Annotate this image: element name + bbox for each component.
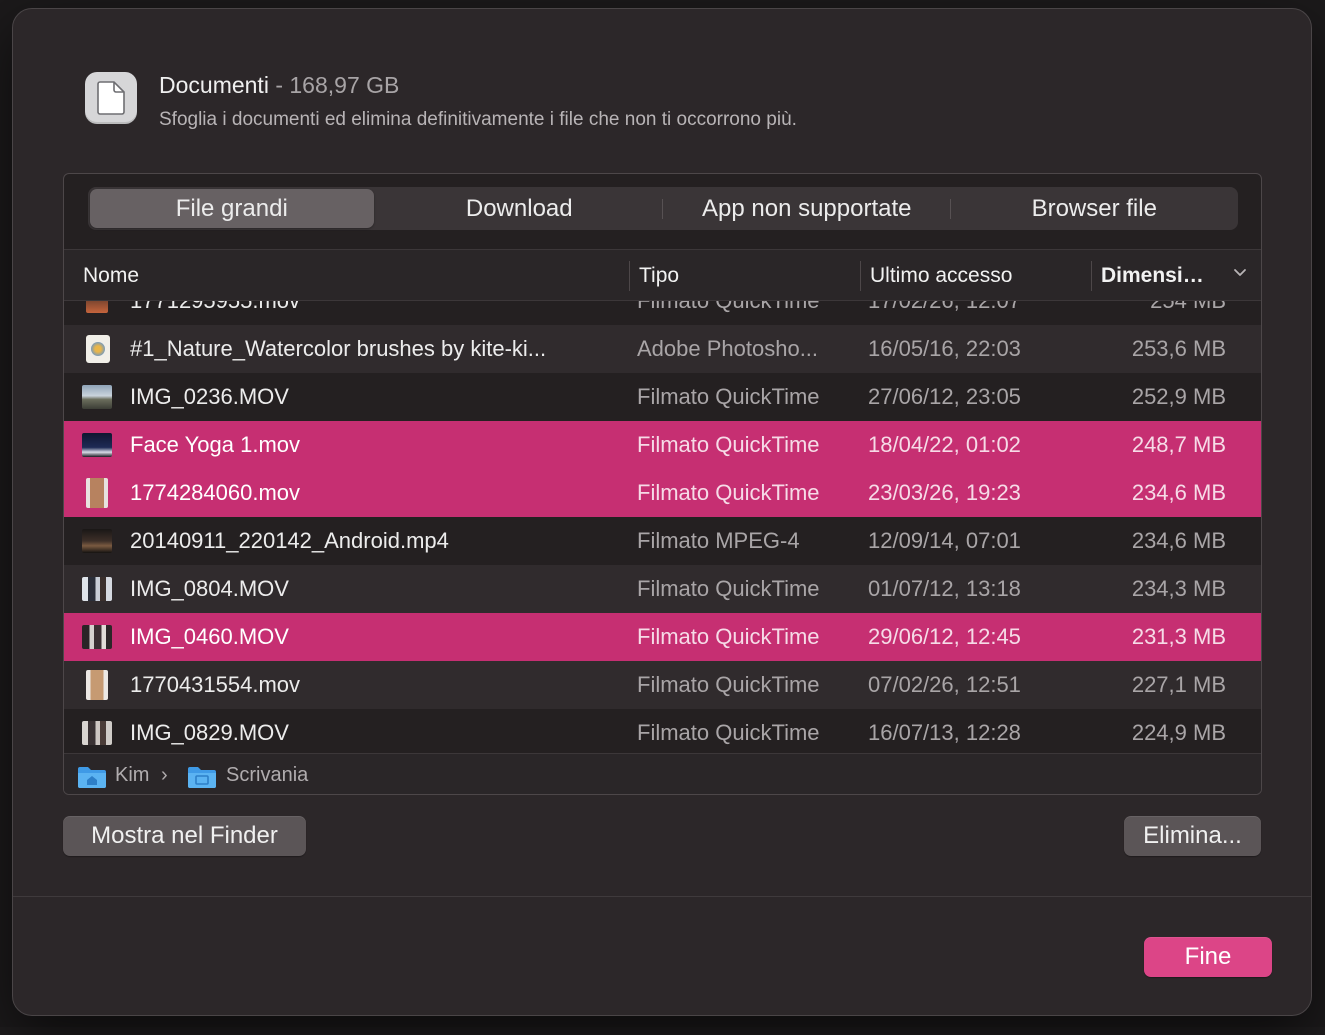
file-type: Filmato QuickTime — [637, 613, 852, 661]
video-thumbnail-icon — [82, 529, 112, 553]
path-bar: Kim › Scrivania — [64, 753, 1261, 795]
show-in-finder-button[interactable]: Mostra nel Finder — [63, 816, 306, 856]
title-separator: - — [275, 72, 283, 98]
file-date: 23/03/26, 19:23 — [868, 469, 1021, 517]
file-type: Filmato QuickTime — [637, 373, 852, 421]
column-divider[interactable] — [629, 261, 630, 291]
tab-app-non-supportate[interactable]: App non supportate — [665, 189, 949, 228]
tab-browser-file[interactable]: Browser file — [953, 189, 1237, 228]
file-size: 234,6 MB — [1132, 517, 1226, 565]
file-size: 253,6 MB — [1132, 325, 1226, 373]
photoshop-file-icon — [86, 335, 110, 363]
table-row[interactable]: IMG_0460.MOV Filmato QuickTime 29/06/12,… — [64, 613, 1261, 661]
table-row[interactable]: 20140911_220142_Android.mp4 Filmato MPEG… — [64, 517, 1261, 565]
chevron-down-icon[interactable] — [1233, 268, 1247, 278]
file-size: 234,3 MB — [1132, 565, 1226, 613]
video-thumbnail-icon — [82, 721, 112, 745]
file-name: Face Yoga 1.mov — [130, 421, 620, 469]
table-row[interactable]: #1_Nature_Watercolor brushes by kite-ki.… — [64, 325, 1261, 373]
page-title: Documenti - 168,97 GB — [159, 72, 399, 99]
file-size: 227,1 MB — [1132, 661, 1226, 709]
table-row[interactable]: 1770431554.mov Filmato QuickTime 07/02/2… — [64, 661, 1261, 709]
file-type: Filmato QuickTime — [637, 709, 852, 753]
file-size: 252,9 MB — [1132, 373, 1226, 421]
video-thumbnail-icon — [82, 577, 112, 601]
file-name: 20140911_220142_Android.mp4 — [130, 517, 620, 565]
document-icon — [85, 72, 137, 124]
file-type: Filmato MPEG-4 — [637, 517, 852, 565]
video-thumbnail-icon — [86, 478, 108, 508]
file-type: Adobe Photosho... — [637, 325, 852, 373]
column-header-type[interactable]: Tipo — [639, 250, 679, 302]
delete-button[interactable]: Elimina... — [1124, 816, 1261, 856]
file-type: Filmato QuickTime — [637, 301, 852, 325]
table-row[interactable]: Face Yoga 1.mov Filmato QuickTime 18/04/… — [64, 421, 1261, 469]
video-thumbnail-icon — [86, 301, 108, 313]
file-type: Filmato QuickTime — [637, 469, 852, 517]
file-size: 248,7 MB — [1132, 421, 1226, 469]
video-thumbnail-icon — [86, 670, 108, 700]
file-name: IMG_0829.MOV — [130, 709, 620, 753]
storage-sheet: Documenti - 168,97 GB Sfoglia i document… — [12, 8, 1312, 1016]
tab-download[interactable]: Download — [378, 189, 662, 228]
divider — [13, 896, 1311, 897]
file-name: IMG_0804.MOV — [130, 565, 620, 613]
file-date: 18/04/22, 01:02 — [868, 421, 1021, 469]
file-type: Filmato QuickTime — [637, 661, 852, 709]
table-header: Nome Tipo Ultimo accesso Dimensi… — [64, 249, 1261, 301]
path-item-home[interactable]: Kim — [115, 754, 149, 795]
file-table: 1771295955.mov Filmato QuickTime 17/02/2… — [64, 301, 1261, 753]
file-name: 1774284060.mov — [130, 469, 620, 517]
file-size: 254 MB — [1150, 301, 1226, 325]
file-date: 17/02/26, 12:07 — [868, 301, 1021, 325]
table-row[interactable]: 1771295955.mov Filmato QuickTime 17/02/2… — [64, 301, 1261, 325]
table-row[interactable]: IMG_0804.MOV Filmato QuickTime 01/07/12,… — [64, 565, 1261, 613]
page-subtitle: Sfoglia i documenti ed elimina definitiv… — [159, 109, 797, 131]
column-header-size[interactable]: Dimensi… — [1101, 250, 1204, 302]
file-size: 231,3 MB — [1132, 613, 1226, 661]
path-chevron: › — [161, 754, 168, 795]
title-text: Documenti — [159, 72, 269, 98]
file-size: 224,9 MB — [1132, 709, 1226, 753]
background-window-peek — [405, 1015, 1305, 1035]
file-name: 1771295955.mov — [130, 301, 620, 325]
column-divider[interactable] — [860, 261, 861, 291]
column-header-name[interactable]: Nome — [83, 250, 139, 302]
table-row[interactable]: 1774284060.mov Filmato QuickTime 23/03/2… — [64, 469, 1261, 517]
table-row[interactable]: IMG_0236.MOV Filmato QuickTime 27/06/12,… — [64, 373, 1261, 421]
sheet-header: Documenti - 168,97 GB Sfoglia i document… — [85, 72, 1185, 136]
file-date: 27/06/12, 23:05 — [868, 373, 1021, 421]
file-name: 1770431554.mov — [130, 661, 620, 709]
files-panel: File grandi Download App non supportate … — [63, 173, 1262, 795]
file-name: IMG_0460.MOV — [130, 613, 620, 661]
file-date: 16/07/13, 12:28 — [868, 709, 1021, 753]
table-row[interactable]: IMG_0829.MOV Filmato QuickTime 16/07/13,… — [64, 709, 1261, 753]
video-thumbnail-icon — [82, 385, 112, 409]
column-divider[interactable] — [1091, 261, 1092, 291]
desktop-folder-icon[interactable] — [187, 765, 217, 789]
file-date: 16/05/16, 22:03 — [868, 325, 1021, 373]
file-date: 12/09/14, 07:01 — [868, 517, 1021, 565]
video-thumbnail-icon — [82, 625, 112, 649]
file-size: 234,6 MB — [1132, 469, 1226, 517]
done-button[interactable]: Fine — [1144, 937, 1272, 977]
file-type: Filmato QuickTime — [637, 565, 852, 613]
file-date: 07/02/26, 12:51 — [868, 661, 1021, 709]
tab-file-grandi[interactable]: File grandi — [90, 189, 374, 228]
file-date: 01/07/12, 13:18 — [868, 565, 1021, 613]
file-name: #1_Nature_Watercolor brushes by kite-ki.… — [130, 325, 620, 373]
file-type: Filmato QuickTime — [637, 421, 852, 469]
title-size: 168,97 GB — [289, 72, 399, 98]
home-folder-icon[interactable] — [77, 765, 107, 789]
video-thumbnail-icon — [82, 433, 112, 457]
segmented-control: File grandi Download App non supportate … — [88, 187, 1238, 230]
column-header-last-access[interactable]: Ultimo accesso — [870, 250, 1012, 302]
file-date: 29/06/12, 12:45 — [868, 613, 1021, 661]
file-name: IMG_0236.MOV — [130, 373, 620, 421]
path-item-desktop[interactable]: Scrivania — [226, 754, 308, 795]
